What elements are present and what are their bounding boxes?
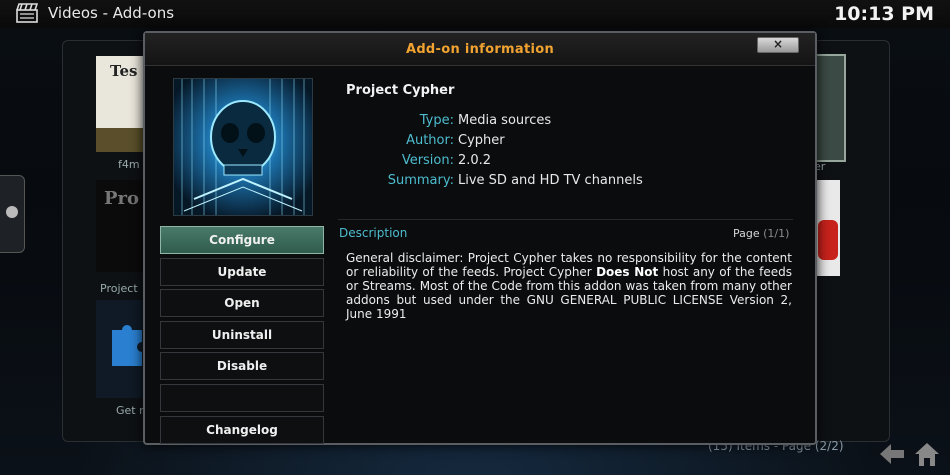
tile-text: Pro xyxy=(104,188,140,209)
meta-row-author: Author: Cypher xyxy=(346,133,796,153)
divider xyxy=(338,219,793,220)
description-label: Description xyxy=(339,226,408,240)
dialog-title: Add-on information xyxy=(405,42,555,57)
disable-button[interactable]: Disable xyxy=(160,352,324,381)
clock: 10:13 PM xyxy=(834,3,934,25)
addon-name: Project Cypher xyxy=(346,83,455,98)
meta-value: 2.0.2 xyxy=(458,153,492,168)
meta-key: Author: xyxy=(406,133,454,148)
addon-tile-right-1[interactable] xyxy=(812,54,846,162)
page-label: Page xyxy=(733,227,760,240)
window-title: Videos - Add-ons xyxy=(48,4,175,22)
meta-value: Media sources xyxy=(458,113,552,128)
open-button[interactable]: Open xyxy=(160,289,324,318)
close-button[interactable]: × xyxy=(757,37,799,53)
tile-text: Tes xyxy=(110,62,138,80)
meta-row-version: Version: 2.0.2 xyxy=(346,153,796,173)
blank-button[interactable] xyxy=(160,383,324,412)
configure-button[interactable]: Configure xyxy=(160,226,324,254)
addon-tile-project-cypher[interactable]: Pro xyxy=(96,180,146,272)
home-icon[interactable] xyxy=(912,440,942,468)
addon-thumbnail xyxy=(173,78,313,216)
uninstall-button[interactable]: Uninstall xyxy=(160,320,324,349)
tile-label-f4m: f4m xyxy=(118,158,140,171)
changelog-button[interactable]: Changelog xyxy=(160,415,324,444)
meta-key: Type: xyxy=(419,113,454,128)
meta-value: Live SD and HD TV channels xyxy=(458,173,643,188)
description-bold: Does Not xyxy=(596,265,659,279)
side-menu-tab[interactable] xyxy=(0,175,25,253)
action-buttons: Configure Update Open Uninstall Disable … xyxy=(160,226,324,447)
page-indicator: Page (1/1) xyxy=(733,227,789,240)
meta-row-summary: Summary: Live SD and HD TV channels xyxy=(346,173,796,193)
puzzle-icon xyxy=(112,325,142,366)
back-arrow-icon[interactable] xyxy=(878,440,908,468)
meta-value: Cypher xyxy=(458,133,505,148)
meta-row-type: Type: Media sources xyxy=(346,113,796,133)
meta-key: Version: xyxy=(401,153,454,168)
update-button[interactable]: Update xyxy=(160,257,324,286)
close-icon: × xyxy=(772,37,784,51)
tile-label-project: Project xyxy=(100,282,138,295)
page-value: (1/1) xyxy=(763,227,790,240)
clapperboard-icon xyxy=(16,3,38,23)
description-text: General disclaimer: Project Cypher takes… xyxy=(346,251,792,321)
addon-tile-f4m-footer xyxy=(96,128,146,152)
addon-info-dialog: Add-on information × Project Cypher Type… xyxy=(143,31,817,445)
meta-key: Summary: xyxy=(387,173,454,188)
addon-skull-image xyxy=(174,79,312,215)
addon-metadata: Type: Media sources Author: Cypher Versi… xyxy=(346,113,796,193)
